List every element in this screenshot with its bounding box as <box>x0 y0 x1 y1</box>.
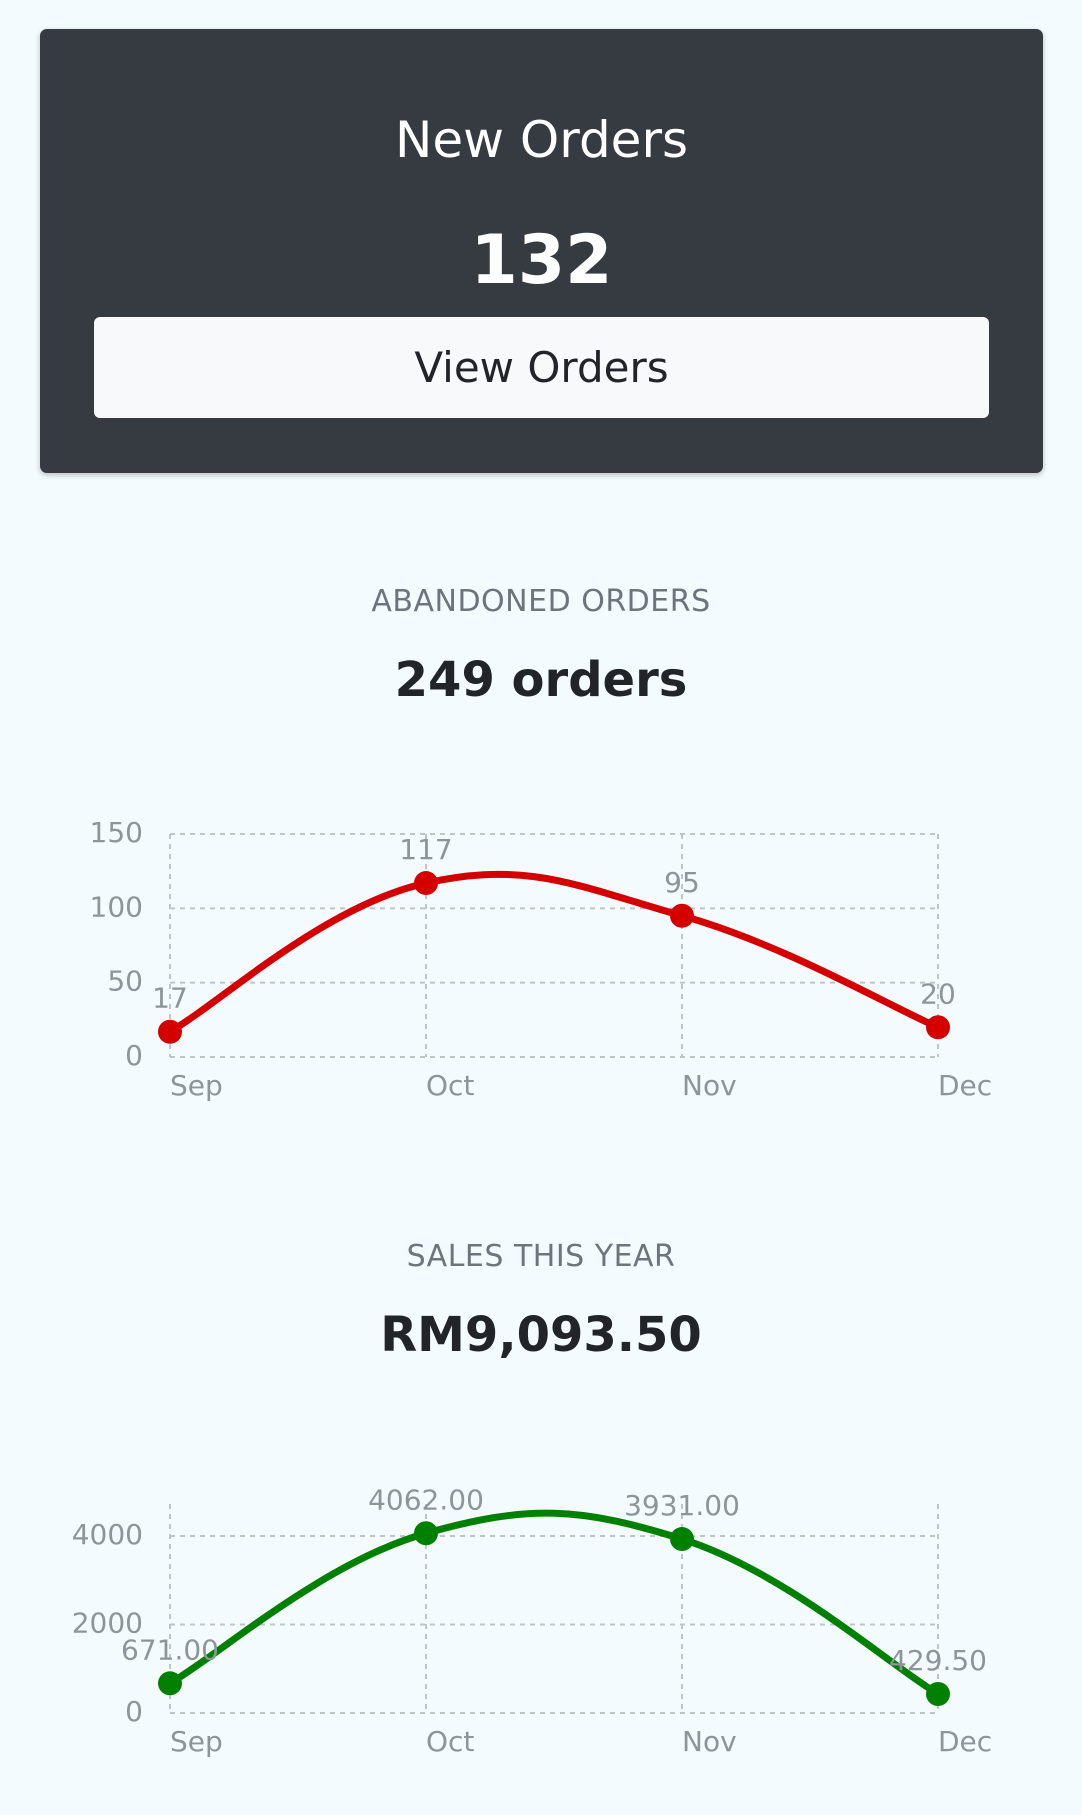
series-line <box>166 870 942 1036</box>
data-point <box>926 1681 950 1706</box>
data-point <box>158 1671 182 1696</box>
data-label: 671.00 <box>121 1633 219 1666</box>
dashboard-page: New Orders 132 View Orders ABANDONED ORD… <box>0 0 1082 1815</box>
data-point <box>670 1527 694 1552</box>
data-label: 4062.00 <box>368 1483 484 1516</box>
new-orders-count: 132 <box>470 221 613 300</box>
data-label: 20 <box>920 977 956 1010</box>
y-tick-label: 0 <box>125 1039 143 1072</box>
series-line <box>166 1509 942 1698</box>
data-point <box>670 903 694 928</box>
data-label: 117 <box>399 833 452 866</box>
y-tick-label: 50 <box>107 965 143 998</box>
sales-label: SALES THIS YEAR <box>406 1239 676 1274</box>
data-label: 429.50 <box>889 1644 987 1677</box>
y-tick-label: 150 <box>90 816 143 849</box>
x-tick-label: Oct <box>426 1069 474 1102</box>
x-tick-label: Dec <box>938 1069 992 1102</box>
abandoned-orders-chart: 0 50 100 150 Sep Oct Nov Dec 17 117 95 20 <box>90 816 993 1102</box>
sales-value: RM9,093.50 <box>380 1307 702 1363</box>
data-point <box>926 1015 950 1040</box>
x-tick-label: Dec <box>938 1725 992 1758</box>
x-tick-label: Sep <box>170 1069 223 1102</box>
y-tick-label: 4000 <box>72 1518 143 1551</box>
data-label: 95 <box>664 866 700 899</box>
data-point <box>158 1019 182 1044</box>
new-orders-title: New Orders <box>394 111 689 169</box>
data-point <box>414 1521 438 1546</box>
view-orders-button[interactable]: View Orders <box>94 317 989 418</box>
new-orders-card: New Orders 132 View Orders <box>40 29 1043 473</box>
data-label: 17 <box>152 982 188 1015</box>
x-tick-label: Nov <box>682 1725 737 1758</box>
sales-chart: 020004000Sep Oct Nov Dec671.004062.00 3931.0… <box>72 1483 992 1758</box>
x-tick-label: Nov <box>682 1069 737 1102</box>
y-tick-label: 0 <box>125 1695 143 1728</box>
data-point <box>414 871 438 896</box>
y-tick-label: 100 <box>90 890 143 923</box>
abandoned-orders-label: ABANDONED ORDERS <box>371 584 711 619</box>
x-tick-label: Oct <box>426 1725 474 1758</box>
data-label: 3931.00 <box>624 1489 740 1522</box>
x-tick-label: Sep <box>170 1725 223 1758</box>
abandoned-orders-value: 249 orders <box>394 652 688 708</box>
